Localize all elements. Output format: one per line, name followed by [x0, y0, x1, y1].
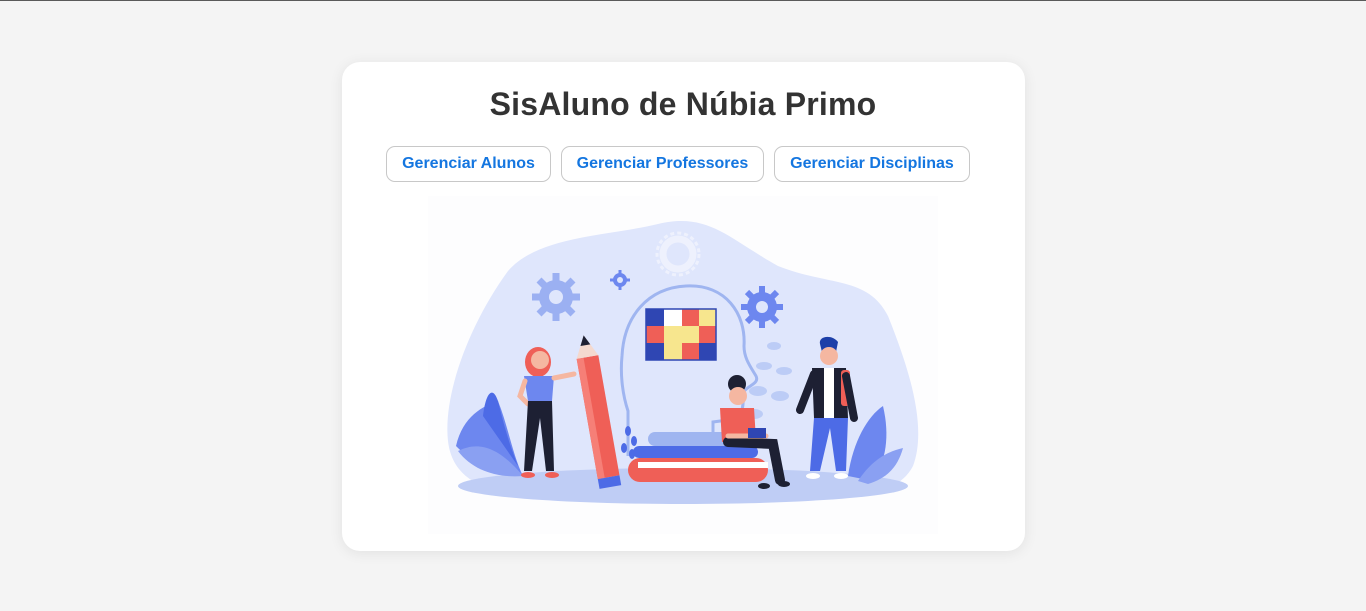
manage-teachers-button[interactable]: Gerenciar Professores [561, 146, 764, 182]
manage-students-button[interactable]: Gerenciar Alunos [386, 146, 551, 182]
puzzle-grid [645, 308, 717, 361]
gear-icon [741, 286, 783, 328]
navigation-buttons: Gerenciar Alunos Gerenciar Professores G… [0, 146, 1366, 182]
education-team-illustration-graphic [447, 220, 919, 504]
page-title: SisAluno de Núbia Primo [489, 86, 877, 122]
education-illustration [428, 196, 938, 534]
manage-subjects-button[interactable]: Gerenciar Disciplinas [774, 146, 970, 182]
gear-icon [532, 273, 580, 321]
window-top-border [0, 0, 1366, 1]
